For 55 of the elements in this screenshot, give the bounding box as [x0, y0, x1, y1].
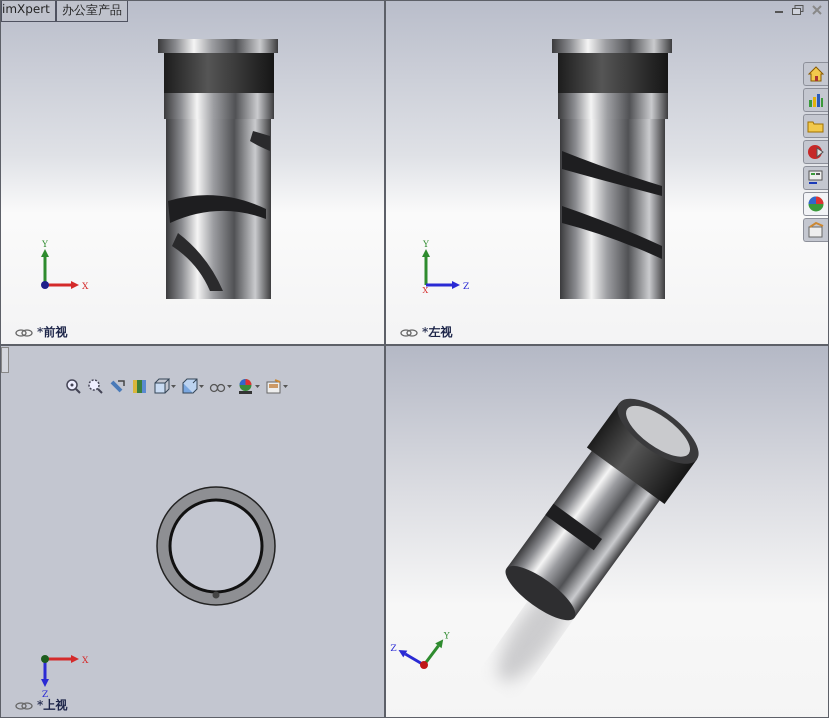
- link-icon[interactable]: [15, 328, 33, 336]
- link-icon[interactable]: [400, 328, 418, 336]
- viewport[interactable]: Z Y: [386, 346, 828, 717]
- axis-label: Y: [444, 632, 450, 642]
- axis-label: Z: [463, 282, 470, 292]
- striped-cylinder-icon: [131, 378, 148, 395]
- tab[interactable]: 办公室产品: [56, 1, 128, 22]
- viewport[interactable]: X Z *上视: [1, 346, 384, 717]
- wireframe-cube-icon: [153, 378, 170, 395]
- zoom-area-icon: [87, 378, 104, 395]
- task-pane-tab[interactable]: [803, 88, 828, 112]
- toolbar-button[interactable]: [152, 377, 177, 396]
- picture-frame-icon: [265, 378, 282, 395]
- caret-icon: [283, 384, 288, 388]
- caret-icon: [171, 384, 176, 388]
- origin-dot: [420, 661, 428, 669]
- caret-icon: [227, 384, 232, 388]
- tab[interactable]: imXpert: [1, 1, 56, 22]
- restore-icon[interactable]: [792, 5, 804, 15]
- pie-ball-icon: [237, 378, 254, 395]
- link-icon[interactable]: [15, 702, 33, 710]
- house-icon: [807, 65, 825, 83]
- origin-dot: [41, 281, 49, 289]
- task-pane-tab[interactable]: [803, 218, 828, 242]
- origin-dot: [41, 655, 49, 663]
- caret-icon: [199, 384, 204, 388]
- view-name: *左视: [422, 324, 452, 341]
- task-pane-tab[interactable]: [803, 140, 828, 164]
- task-pane-tab[interactable]: [803, 166, 828, 190]
- task-pane-tab[interactable]: [803, 192, 828, 216]
- view-name: *上视: [37, 697, 68, 714]
- ball-play-icon: [807, 143, 825, 161]
- axis-label: Z: [42, 690, 48, 700]
- toolbar-button[interactable]: [64, 377, 83, 396]
- pie-ball-icon: [807, 195, 825, 213]
- viewport[interactable]: Y X Z *左视: [386, 1, 828, 344]
- task-pane-tab[interactable]: [803, 62, 828, 86]
- form-arrow-icon: [807, 169, 825, 187]
- clipboard-icon: [807, 221, 825, 239]
- toolbar-button[interactable]: [264, 377, 289, 396]
- axis-label: X: [422, 286, 428, 295]
- axis-label: X: [82, 656, 88, 666]
- view-name: *前视: [37, 324, 68, 341]
- panel-handle[interactable]: [1, 347, 9, 373]
- axis-label: Z: [390, 644, 397, 654]
- bar-chart-icon: [807, 91, 825, 109]
- zoom-icon: [65, 378, 82, 395]
- axis-label: X: [82, 282, 88, 292]
- axis-label: Y: [423, 240, 429, 250]
- axis-label: Y: [42, 240, 48, 250]
- toolbar-button[interactable]: [86, 377, 105, 396]
- toolbar-button[interactable]: [180, 377, 205, 396]
- shaded-cube-icon: [181, 378, 198, 395]
- toolbar-button[interactable]: [236, 377, 261, 396]
- caret-icon: [255, 384, 260, 388]
